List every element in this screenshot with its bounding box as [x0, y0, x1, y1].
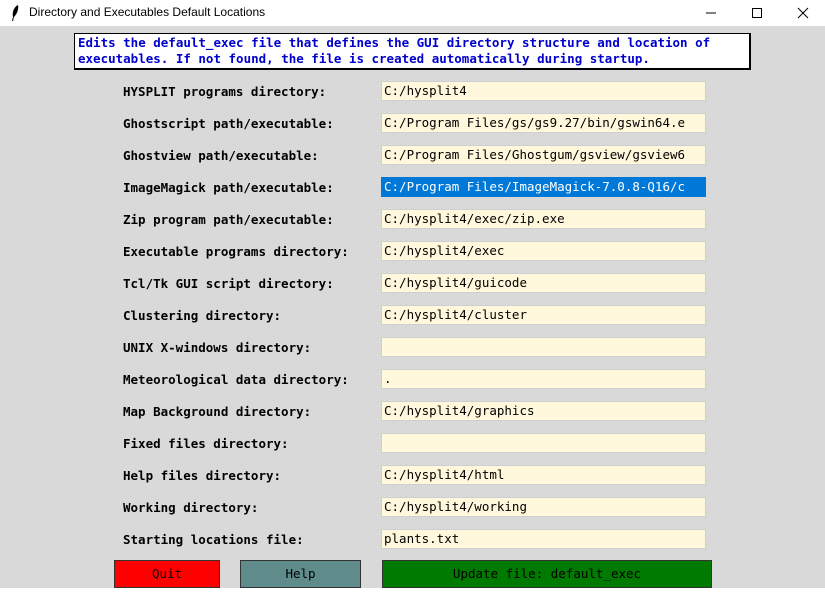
maximize-icon — [752, 8, 762, 18]
ghostview-path-field[interactable]: C:/Program Files/Ghostgum/gsview/gsview6 — [381, 145, 706, 165]
imagemagick-path-field[interactable]: C:/Program Files/ImageMagick-7.0.8-Q16/c — [381, 177, 706, 197]
help-files-dir-field[interactable]: C:/hysplit4/html — [381, 465, 706, 485]
meteorological-data-dir-field[interactable]: . — [381, 369, 706, 389]
background-window-edge — [0, 588, 825, 595]
label-clustering-dir: Clustering directory: — [123, 308, 282, 323]
label-ghostscript-path: Ghostscript path/executable: — [123, 116, 334, 131]
map-background-dir-field[interactable]: C:/hysplit4/graphics — [381, 401, 706, 421]
label-fixed-files-dir: Fixed files directory: — [123, 436, 289, 451]
label-zip-program-path: Zip program path/executable: — [123, 212, 334, 227]
info-message: Edits the default_exec file that defines… — [74, 33, 751, 70]
unix-xwindows-dir-field[interactable] — [381, 337, 706, 357]
maximize-button[interactable] — [734, 0, 780, 26]
label-hysplit-programs-dir: HYSPLIT programs directory: — [123, 84, 327, 99]
info-line-1: Edits the default_exec file that defines… — [78, 35, 711, 50]
label-tcltk-gui-script-dir: Tcl/Tk GUI script directory: — [123, 276, 334, 291]
info-line-2: executables. If not found, the file is c… — [78, 51, 650, 66]
label-executable-programs-dir: Executable programs directory: — [123, 244, 349, 259]
hysplit-programs-dir-field[interactable]: C:/hysplit4 — [381, 81, 706, 101]
label-unix-xwindows-dir: UNIX X-windows directory: — [123, 340, 312, 355]
clustering-dir-field[interactable]: C:/hysplit4/cluster — [381, 305, 706, 325]
label-help-files-dir: Help files directory: — [123, 468, 282, 483]
label-meteorological-data-dir: Meteorological data directory: — [123, 372, 349, 387]
working-dir-field[interactable]: C:/hysplit4/working — [381, 497, 706, 517]
label-working-dir: Working directory: — [123, 500, 259, 515]
update-file-button[interactable]: Update file: default_exec — [382, 560, 712, 588]
label-imagemagick-path: ImageMagick path/executable: — [123, 180, 334, 195]
close-button[interactable] — [780, 0, 825, 26]
title-bar[interactable]: Directory and Executables Default Locati… — [0, 0, 825, 26]
quit-button[interactable]: Quit — [114, 560, 220, 588]
window-title: Directory and Executables Default Locati… — [29, 5, 266, 19]
label-map-background-dir: Map Background directory: — [123, 404, 312, 419]
ghostscript-path-field[interactable]: C:/Program Files/gs/gs9.27/bin/gswin64.e — [381, 113, 706, 133]
starting-locations-file-field[interactable]: plants.txt — [381, 529, 706, 549]
help-button[interactable]: Help — [240, 560, 361, 588]
minimize-button[interactable] — [688, 0, 734, 26]
fixed-files-dir-field[interactable] — [381, 433, 706, 453]
tcltk-gui-script-dir-field[interactable]: C:/hysplit4/guicode — [381, 273, 706, 293]
close-icon — [797, 7, 809, 19]
minimize-icon — [706, 12, 716, 14]
label-ghostview-path: Ghostview path/executable: — [123, 148, 319, 163]
zip-program-path-field[interactable]: C:/hysplit4/exec/zip.exe — [381, 209, 706, 229]
feather-icon — [12, 5, 19, 21]
label-starting-locations-file: Starting locations file: — [123, 532, 304, 547]
executable-programs-dir-field[interactable]: C:/hysplit4/exec — [381, 241, 706, 261]
